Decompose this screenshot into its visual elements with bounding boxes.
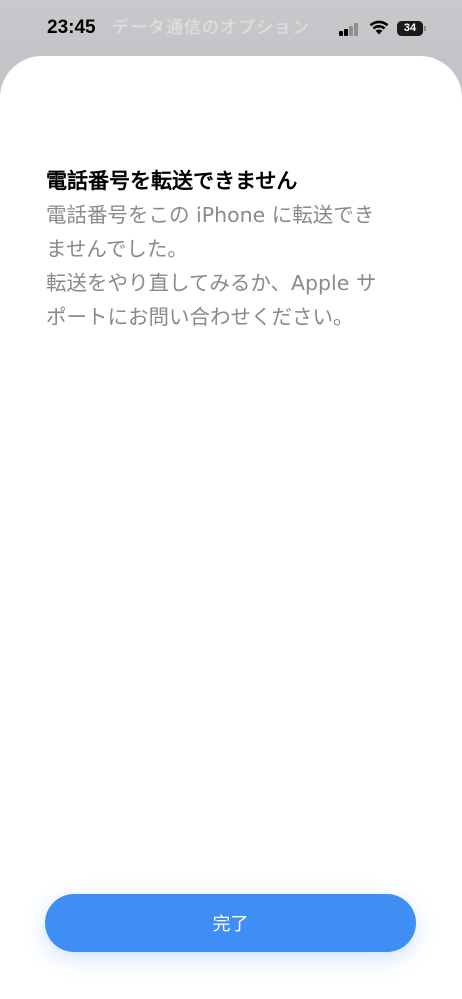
dialog-message: 電話番号をこの iPhone に転送できませんでした。 転送をやり直してみるか、… [46, 198, 381, 334]
message-paragraph-1: 電話番号をこの iPhone に転送できませんでした。 [46, 203, 375, 261]
status-bar: 23:45 34 [0, 0, 462, 58]
message-paragraph-2: 転送をやり直してみるか、Apple サポートにお問い合わせください。 [46, 271, 377, 329]
error-sheet: 電話番号を転送できません 電話番号をこの iPhone に転送できませんでした。… [0, 56, 462, 999]
done-button[interactable]: 完了 [45, 894, 416, 952]
dialog-title: 電話番号を転送できません [46, 169, 298, 193]
signal-icon [339, 22, 359, 36]
battery-level: 34 [397, 21, 423, 36]
status-time: 23:45 [47, 17, 96, 38]
battery-icon: 34 [397, 21, 427, 36]
wifi-icon [369, 20, 389, 35]
